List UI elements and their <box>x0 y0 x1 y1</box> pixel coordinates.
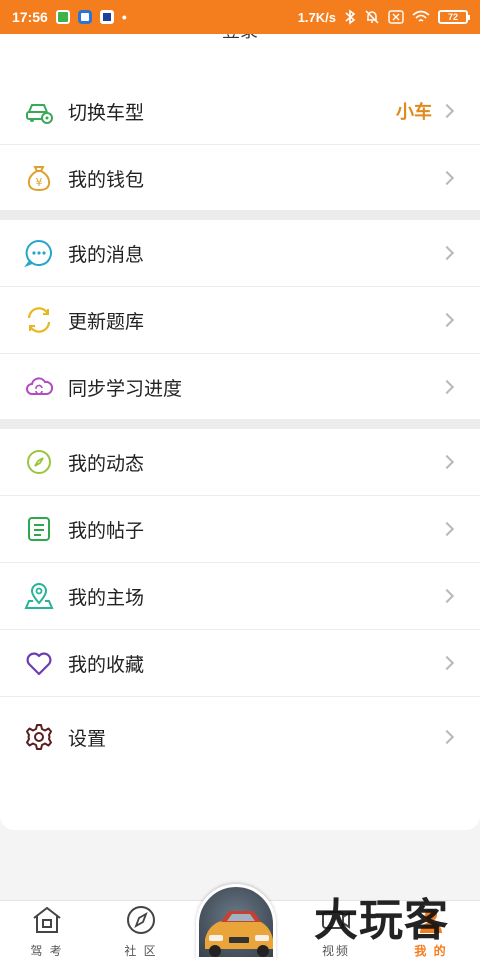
sim-disabled-icon <box>388 10 404 24</box>
menu-switch-car-type[interactable]: 切换车型 小车 <box>0 78 480 144</box>
chevron-right-icon <box>439 312 455 328</box>
menu-label: 我的动态 <box>68 453 145 475</box>
home-icon <box>31 905 63 940</box>
chevron-right-icon <box>439 521 455 537</box>
gear-icon <box>24 722 54 752</box>
settings-card: 登录 切换车型 小车 ¥ 我的钱包 <box>0 34 480 830</box>
chevron-right-icon <box>439 729 455 745</box>
menu-label: 更新题库 <box>68 311 145 333</box>
compass-icon <box>24 447 54 477</box>
menu-label: 我的消息 <box>68 244 145 266</box>
menu-sync-progress[interactable]: 同步学习进度 <box>0 354 480 420</box>
cloud-sync-icon <box>24 372 54 402</box>
chevron-right-icon <box>439 588 455 604</box>
status-time: 17:56 <box>12 9 48 25</box>
mute-bell-icon <box>364 9 380 25</box>
refresh-icon <box>24 305 54 335</box>
menu-my-messages[interactable]: 我的消息 <box>0 220 480 286</box>
tab-label: 社 区 <box>124 944 158 958</box>
login-button[interactable]: 登录 <box>0 34 480 42</box>
compass-icon <box>125 905 157 940</box>
network-speed: 1.7K/s <box>297 9 336 25</box>
menu-label: 设置 <box>68 728 107 750</box>
chat-bubble-icon <box>24 238 54 268</box>
menu-my-home-field[interactable]: 我的主场 <box>0 563 480 629</box>
tab-driving-test[interactable]: 驾 考 <box>17 905 77 959</box>
watermark-text: 大玩客 <box>314 896 449 945</box>
car-settings-icon <box>24 96 54 126</box>
status-bar: 17:56 • 1.7K/s 72 <box>0 0 480 34</box>
tab-community[interactable]: 社 区 <box>111 905 171 959</box>
divider <box>0 696 480 697</box>
menu-label: 切换车型 <box>68 102 145 124</box>
wifi-icon <box>412 10 430 24</box>
menu-label: 我的钱包 <box>68 169 145 191</box>
chevron-right-icon <box>439 245 455 261</box>
battery-icon: 72 <box>438 10 470 24</box>
section-gap <box>0 419 480 429</box>
money-bag-icon: ¥ <box>24 163 54 193</box>
login-label: 登录 <box>222 34 258 41</box>
chevron-right-icon <box>439 170 455 186</box>
app-notification-icon <box>99 10 114 24</box>
sync-app-icon <box>77 10 92 24</box>
car-image-icon <box>205 911 273 957</box>
chevron-right-icon <box>439 655 455 671</box>
center-car-button[interactable] <box>196 884 276 960</box>
tab-label: 驾 考 <box>30 944 64 958</box>
menu-settings[interactable]: 设置 <box>0 702 480 772</box>
current-car-type: 小车 <box>396 102 432 122</box>
chevron-right-icon <box>439 454 455 470</box>
menu-label: 我的主场 <box>68 587 145 609</box>
chevron-right-icon <box>439 103 455 119</box>
bluetooth-icon <box>344 9 356 25</box>
menu-label: 同步学习进度 <box>68 378 183 400</box>
map-pin-icon <box>24 581 54 611</box>
chevron-right-icon <box>439 379 455 395</box>
document-icon <box>24 514 54 544</box>
heart-icon <box>24 648 54 678</box>
frog-app-icon <box>55 10 70 24</box>
menu-my-wallet[interactable]: ¥ 我的钱包 <box>0 145 480 211</box>
svg-text:¥: ¥ <box>36 176 43 189</box>
menu-my-posts[interactable]: 我的帖子 <box>0 496 480 562</box>
menu-my-favorites[interactable]: 我的收藏 <box>0 630 480 696</box>
more-notifications-dot: • <box>121 9 127 25</box>
menu-my-activity[interactable]: 我的动态 <box>0 429 480 495</box>
menu-label: 我的帖子 <box>68 520 145 542</box>
menu-label: 我的收藏 <box>68 654 145 676</box>
menu-update-question-bank[interactable]: 更新题库 <box>0 287 480 353</box>
section-gap <box>0 210 480 220</box>
